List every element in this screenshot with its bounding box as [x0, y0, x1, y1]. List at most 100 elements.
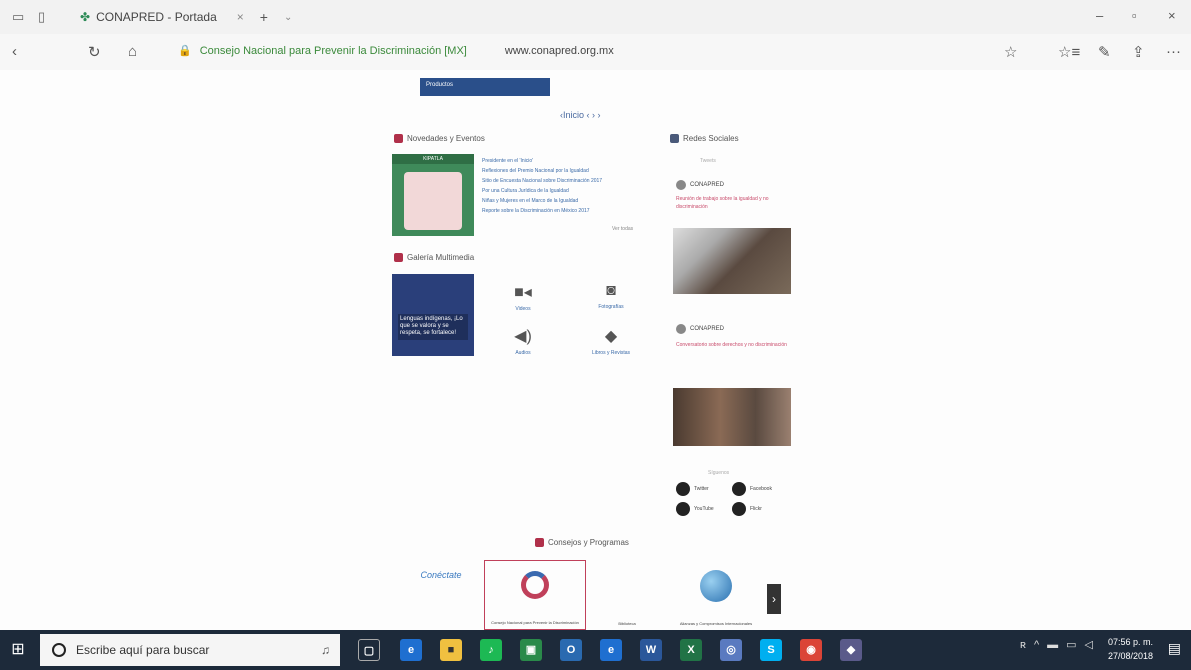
favorite-star-icon[interactable]: ☆	[1004, 43, 1017, 61]
logo-conapred[interactable]: Consejo Nacional para Prevenir la Discri…	[484, 560, 586, 630]
videos-link[interactable]: ■◂ Videos	[488, 282, 558, 312]
tweet-header[interactable]: CONAPRED	[676, 324, 724, 334]
address-bar: ‹ ↻ ⌂ 🔒 Consejo Nacional para Prevenir l…	[0, 34, 1191, 70]
site-identity: Consejo Nacional para Prevenir la Discri…	[199, 44, 467, 57]
list-item[interactable]: Niñas y Mujeres en el Marco de la Iguald…	[482, 198, 652, 204]
excel-icon[interactable]: X	[680, 639, 702, 661]
list-item[interactable]: Presidente en el 'Inicio'	[482, 158, 652, 164]
tweet-header[interactable]: CONAPRED	[676, 180, 724, 190]
show-hidden-icons-icon[interactable]: ^	[1034, 639, 1039, 651]
home-icon[interactable]: ⌂	[128, 43, 137, 60]
taskbar-search[interactable]: Escribe aquí para buscar ♫	[40, 634, 340, 666]
close-window-icon[interactable]: ×	[1168, 8, 1176, 23]
consejos-title: Consejos y Programas	[535, 538, 629, 547]
clock-time: 07:56 p. m.	[1107, 637, 1153, 647]
more-icon[interactable]: ···	[1166, 43, 1181, 60]
siguenos-label: Síguenos	[708, 470, 730, 476]
novedades-title: Novedades y Eventos	[394, 134, 485, 143]
video-camera-icon: ■◂	[514, 284, 532, 301]
products-banner[interactable]: Productos	[420, 78, 550, 96]
tweet-photo[interactable]	[673, 388, 791, 446]
kipatla-illustration	[404, 172, 462, 230]
list-item[interactable]: Reflexiones del Premio Nacional por la I…	[482, 168, 652, 174]
skype-icon[interactable]: S	[760, 639, 782, 661]
carousel-pager[interactable]: ‹Inicio ‹ › ›	[560, 110, 601, 120]
globe-icon	[700, 570, 732, 602]
spotify-icon[interactable]: ♪	[480, 639, 502, 661]
task-view-icon[interactable]: ▢	[358, 639, 380, 661]
facebook-link[interactable]: Facebook	[732, 482, 772, 496]
microphone-icon[interactable]: ♫	[321, 643, 330, 657]
taskbar: ⊞ Escribe aquí para buscar ♫ ▢ e ■ ♪ ▣ O…	[0, 630, 1191, 670]
facebook-icon	[732, 482, 746, 496]
file-explorer-icon[interactable]: ■	[440, 639, 462, 661]
start-button[interactable]: ⊞	[8, 640, 28, 660]
logo-biblioteca[interactable]: Biblioteca	[592, 560, 662, 630]
tweet-photo[interactable]	[673, 228, 791, 294]
tab-actions-icon[interactable]: ▭	[12, 9, 24, 25]
galeria-title: Galería Multimedia	[394, 253, 474, 262]
youtube-link[interactable]: YouTube	[676, 502, 714, 516]
twitter-icon	[676, 482, 690, 496]
conapred-favicon-icon: ✤	[80, 10, 91, 24]
edge-icon[interactable]: e	[400, 639, 422, 661]
redes-subtitle: Tweets	[700, 158, 716, 164]
tab-close-icon[interactable]: ×	[237, 10, 244, 24]
books-icon: ◆	[604, 328, 618, 345]
list-item[interactable]: Por una Cultura Jurídica de la Igualdad	[482, 188, 652, 194]
action-center-icon[interactable]: ▤	[1168, 640, 1181, 657]
url-field[interactable]: 🔒 Consejo Nacional para Prevenir la Disc…	[178, 44, 614, 58]
kipatla-image[interactable]: KIPATLA	[392, 154, 474, 236]
store-icon[interactable]: ▣	[520, 639, 542, 661]
tweet-text: Reunión de trabajo sobre la igualdad y n…	[676, 196, 769, 210]
flickr-link[interactable]: Flickr	[732, 502, 762, 516]
share-icon[interactable]: ⇪	[1132, 43, 1145, 61]
fotografias-link[interactable]: ◙ Fotografías	[576, 282, 646, 310]
galeria-image[interactable]: Lenguas indígenas, ¡Lo que se valora y s…	[392, 274, 474, 356]
web-notes-icon[interactable]: ✎	[1098, 43, 1111, 61]
browser-tab[interactable]: ✤ CONAPRED - Portada × + ⌄	[80, 6, 292, 28]
back-icon[interactable]: ‹	[12, 43, 17, 60]
web-page: Productos ‹Inicio ‹ › › Novedades y Even…	[0, 70, 1191, 630]
logo-alianzas[interactable]: Alianzas y Compromisos Internacionales	[668, 560, 764, 630]
tabs-aside-icon[interactable]: ▯	[38, 9, 45, 25]
people-icon[interactable]: ʀ	[1020, 639, 1026, 651]
chrome-icon[interactable]: ◉	[800, 639, 822, 661]
audios-link[interactable]: ◀) Audios	[488, 326, 558, 356]
url-text[interactable]: www.conapred.org.mx	[505, 45, 614, 57]
volume-icon[interactable]: ◁	[1085, 638, 1093, 651]
refresh-icon[interactable]: ↻	[88, 43, 101, 61]
app-icon[interactable]: ◎	[720, 639, 742, 661]
tweet-text: Conversatorio sobre derechos y no discri…	[676, 342, 787, 348]
avatar	[676, 180, 686, 190]
cortana-icon	[52, 643, 66, 657]
novedades-list: Presidente en el 'Inicio' Reflexiones de…	[482, 158, 652, 218]
programs-icon	[535, 538, 544, 547]
tab-menu-icon[interactable]: ⌄	[284, 12, 292, 23]
avatar	[676, 324, 686, 334]
word-icon[interactable]: W	[640, 639, 662, 661]
app-icon[interactable]: ◆	[840, 639, 862, 661]
ver-todas-link[interactable]: Ver todas	[612, 226, 633, 232]
minimize-icon[interactable]: –	[1096, 8, 1103, 23]
twitter-link[interactable]: Twitter	[676, 482, 709, 496]
youtube-icon	[676, 502, 690, 516]
tab-title: CONAPRED - Portada	[96, 10, 217, 24]
ie-icon[interactable]: e	[600, 639, 622, 661]
list-item[interactable]: Reporte sobre la Discriminación en Méxic…	[482, 208, 652, 214]
news-icon	[394, 134, 403, 143]
outlook-icon[interactable]: O	[560, 639, 582, 661]
network-icon[interactable]: ▭	[1066, 638, 1076, 651]
logo-conectate[interactable]: Conéctate	[404, 560, 478, 630]
camera-icon: ◙	[606, 282, 616, 299]
new-tab-icon[interactable]: +	[260, 9, 268, 25]
libros-link[interactable]: ◆ Libros y Revistas	[576, 326, 646, 356]
favorites-list-icon[interactable]: ☆≡	[1058, 43, 1080, 61]
system-tray: ʀ ^ ▬ ▭ ◁	[1020, 638, 1093, 652]
title-bar: ▭ ▯ ✤ CONAPRED - Portada × + ⌄ – ▫ ×	[0, 0, 1191, 34]
clock[interactable]: 07:56 p. m. 27/08/2018	[1108, 635, 1153, 663]
battery-icon[interactable]: ▬	[1047, 639, 1058, 651]
maximize-icon[interactable]: ▫	[1132, 8, 1137, 23]
carousel-next-button[interactable]: ›	[767, 584, 781, 614]
list-item[interactable]: Sitio de Encuesta Nacional sobre Discrim…	[482, 178, 652, 184]
